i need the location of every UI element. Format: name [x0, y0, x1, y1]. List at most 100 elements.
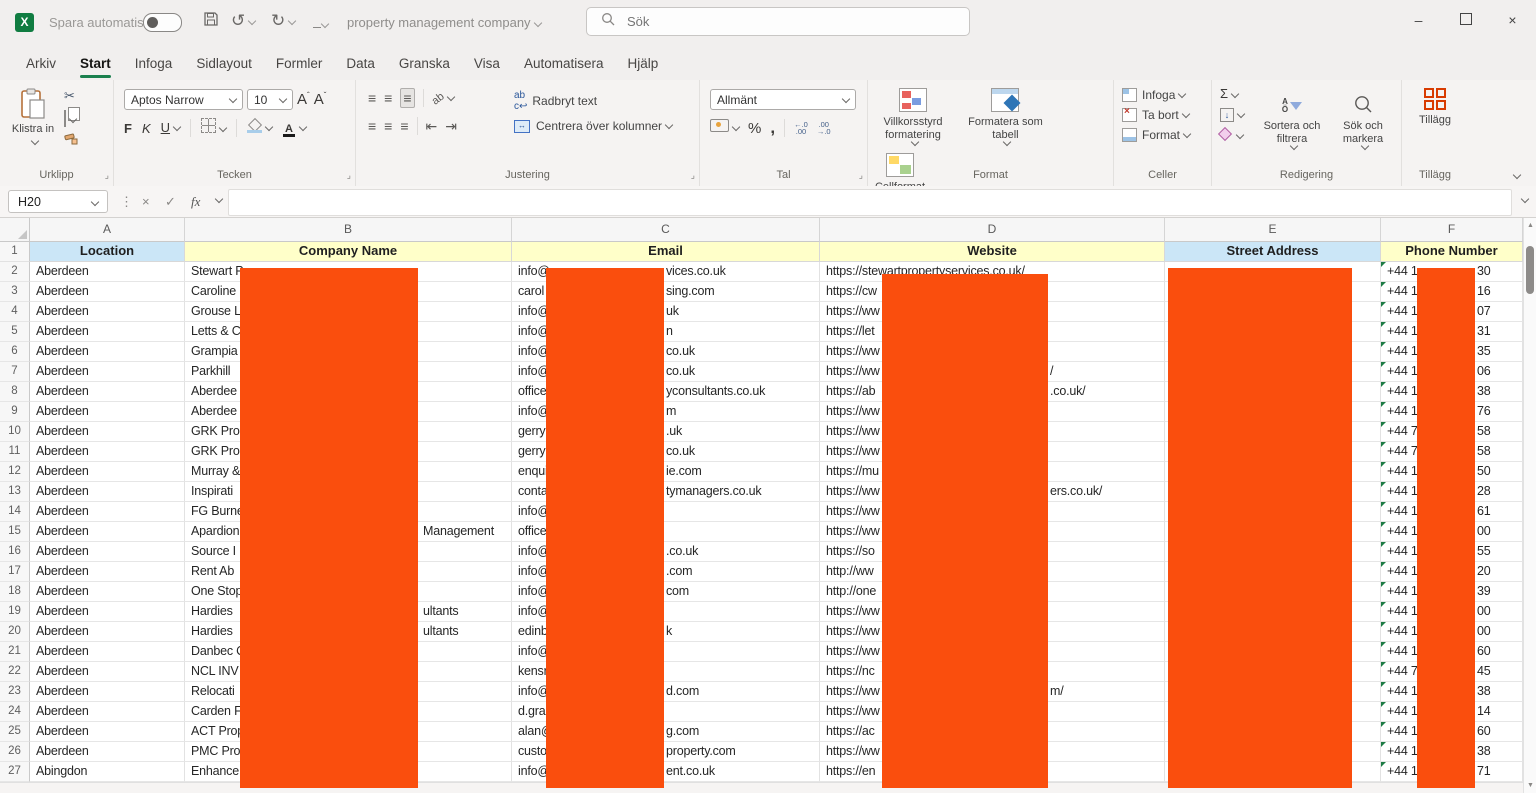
delete-cells-button[interactable]: Ta bort	[1122, 108, 1190, 122]
cell-location[interactable]: Aberdeen	[30, 662, 185, 682]
row-number[interactable]: 9	[0, 402, 30, 422]
cell-location[interactable]: Aberdeen	[30, 402, 185, 422]
close-button[interactable]: ×	[1489, 0, 1536, 40]
cell-location[interactable]: Aberdeen	[30, 582, 185, 602]
increase-indent-icon[interactable]: ⇥	[445, 117, 457, 135]
formula-input[interactable]	[228, 189, 1512, 216]
cell-location[interactable]: Aberdeen	[30, 622, 185, 642]
align-top-icon[interactable]: ≡	[368, 89, 376, 107]
header-cell-website[interactable]: Website	[820, 242, 1165, 262]
merge-center-button[interactable]: ↔ Centrera över kolumner	[514, 119, 672, 133]
bold-button[interactable]: F	[124, 121, 132, 136]
row-number[interactable]: 27	[0, 762, 30, 782]
cell-location[interactable]: Aberdeen	[30, 742, 185, 762]
align-middle-icon[interactable]: ≡	[384, 89, 392, 107]
format-painter-icon[interactable]	[64, 133, 78, 149]
header-cell-company[interactable]: Company Name	[185, 242, 512, 262]
clipboard-dialog-launcher[interactable]: ⌟	[105, 170, 109, 181]
row-number[interactable]: 17	[0, 562, 30, 582]
row-number[interactable]: 22	[0, 662, 30, 682]
tab-formler[interactable]: Formler	[264, 48, 335, 80]
number-format-select[interactable]: Allmänt	[710, 89, 856, 110]
search-box[interactable]	[586, 7, 970, 36]
tab-start[interactable]: Start	[68, 48, 123, 80]
borders-button[interactable]	[201, 118, 226, 138]
cancel-icon[interactable]: ×	[142, 190, 150, 213]
search-input[interactable]	[625, 13, 929, 30]
decrease-decimal-icon[interactable]: .00→.0	[817, 121, 831, 135]
excel-logo-icon[interactable]: X	[15, 13, 34, 32]
font-dialog-launcher[interactable]: ⌟	[347, 170, 351, 181]
cell-location[interactable]: Aberdeen	[30, 262, 185, 282]
row-number[interactable]: 7	[0, 362, 30, 382]
underline-button[interactable]: U	[161, 119, 180, 137]
document-title[interactable]: property management company	[347, 15, 541, 30]
row-number[interactable]: 16	[0, 542, 30, 562]
tab-infoga[interactable]: Infoga	[123, 48, 185, 80]
redo-icon[interactable]: ↻	[271, 11, 295, 31]
column-header-b[interactable]: B	[185, 218, 512, 242]
fill-button[interactable]: ↓	[1220, 106, 1244, 122]
cell-location[interactable]: Aberdeen	[30, 362, 185, 382]
name-box[interactable]: H20	[8, 190, 108, 213]
column-header-d[interactable]: D	[820, 218, 1165, 242]
cell-location[interactable]: Aberdeen	[30, 482, 185, 502]
cell-location[interactable]: Aberdeen	[30, 522, 185, 542]
font-color-button[interactable]: A	[282, 119, 306, 137]
row-number[interactable]: 8	[0, 382, 30, 402]
tab-arkiv[interactable]: Arkiv	[14, 48, 68, 80]
wrap-text-button[interactable]: abc↩ Radbryt text	[514, 90, 597, 112]
sort-filter-button[interactable]: AÖ Sortera och filtrera	[1256, 86, 1328, 149]
enter-icon[interactable]: ✓	[165, 190, 176, 213]
find-select-button[interactable]: Sök och markera	[1330, 86, 1396, 149]
row-number[interactable]: 12	[0, 462, 30, 482]
row-number[interactable]: 6	[0, 342, 30, 362]
cell-location[interactable]: Aberdeen	[30, 382, 185, 402]
cell-location[interactable]: Aberdeen	[30, 442, 185, 462]
alignment-dialog-launcher[interactable]: ⌟	[691, 170, 695, 181]
insert-cells-button[interactable]: Infoga	[1122, 88, 1190, 102]
cell-location[interactable]: Aberdeen	[30, 282, 185, 302]
orientation-button[interactable]: ab	[432, 89, 454, 107]
autosave-toggle[interactable]	[143, 13, 182, 32]
column-header-f[interactable]: F	[1381, 218, 1523, 242]
fill-color-button[interactable]	[247, 119, 272, 138]
name-box-splitter[interactable]: ⋮	[120, 190, 133, 213]
cut-icon[interactable]: ✂	[64, 88, 78, 104]
format-as-table-button[interactable]: Formatera som tabell	[962, 80, 1048, 145]
expand-formula-bar-icon[interactable]	[1518, 187, 1528, 210]
scroll-down-icon[interactable]: ▼	[1524, 782, 1536, 789]
column-header-c[interactable]: C	[512, 218, 820, 242]
align-right-icon[interactable]: ≡	[400, 117, 408, 135]
conditional-formatting-button[interactable]: Villkorsstyrd formatering	[868, 80, 958, 145]
row-number[interactable]: 5	[0, 322, 30, 342]
row-number[interactable]: 14	[0, 502, 30, 522]
accounting-format-button[interactable]	[710, 119, 739, 137]
row-number[interactable]: 20	[0, 622, 30, 642]
cell-location[interactable]: Aberdeen	[30, 502, 185, 522]
cell-location[interactable]: Aberdeen	[30, 462, 185, 482]
tab-data[interactable]: Data	[334, 48, 387, 80]
column-header-e[interactable]: E	[1165, 218, 1381, 242]
cell-location[interactable]: Aberdeen	[30, 602, 185, 622]
cell-location[interactable]: Aberdeen	[30, 422, 185, 442]
font-name-select[interactable]: Aptos Narrow	[124, 89, 243, 110]
row-number[interactable]: 19	[0, 602, 30, 622]
row-number[interactable]: 21	[0, 642, 30, 662]
cell-location[interactable]: Aberdeen	[30, 682, 185, 702]
row-number[interactable]: 2	[0, 262, 30, 282]
increase-decimal-icon[interactable]: ←.0.00	[794, 121, 808, 135]
cell-location[interactable]: Abingdon	[30, 762, 185, 782]
increase-font-icon[interactable]: Aˆ	[297, 91, 310, 108]
tab-automatisera[interactable]: Automatisera	[512, 48, 616, 80]
italic-button[interactable]: K	[142, 121, 151, 136]
autosum-button[interactable]: Σ	[1220, 86, 1244, 101]
tab-sidlayout[interactable]: Sidlayout	[184, 48, 264, 80]
tab-hjalp[interactable]: Hjälp	[616, 48, 671, 80]
align-bottom-icon[interactable]: ≡	[400, 88, 414, 108]
header-cell-phone[interactable]: Phone Number	[1381, 242, 1523, 262]
row-number[interactable]: 15	[0, 522, 30, 542]
row-number[interactable]: 1	[0, 242, 30, 262]
cell-location[interactable]: Aberdeen	[30, 722, 185, 742]
font-size-select[interactable]: 10	[247, 89, 293, 110]
